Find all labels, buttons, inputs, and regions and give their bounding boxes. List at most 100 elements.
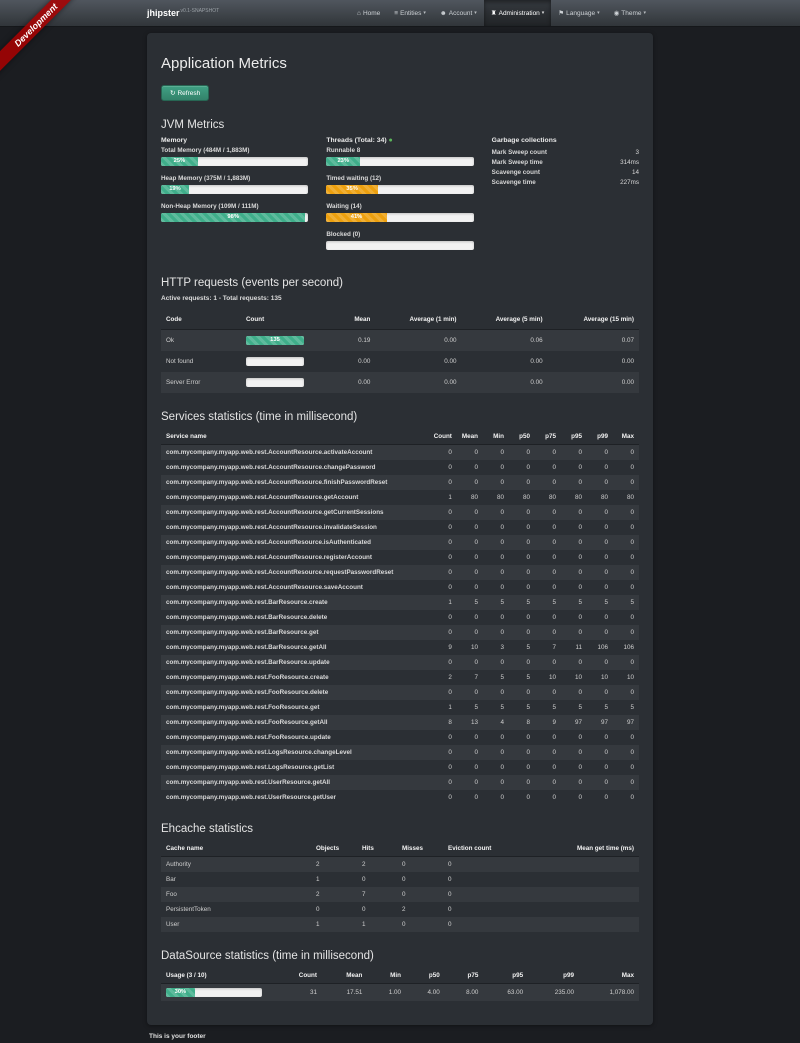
thread-dump-icon[interactable]: ● — [389, 137, 393, 144]
service-value: 5 — [483, 700, 509, 715]
nav-item-home[interactable]: ⌂Home — [350, 0, 387, 26]
caret-down-icon: ▾ — [597, 10, 600, 16]
service-value: 0 — [457, 565, 483, 580]
jvm-memory-column: Memory Total Memory (484M / 1,883M)25%He… — [161, 137, 308, 259]
column-header: Average (5 min) — [462, 310, 548, 330]
cache-name: Foo — [161, 887, 311, 902]
service-value: 0 — [535, 610, 561, 625]
nav-item-entities[interactable]: ≡Entities▾ — [387, 0, 433, 26]
admin-tower-icon: ♜ — [491, 9, 497, 17]
service-value: 5 — [509, 670, 535, 685]
service-name: com.mycompany.myapp.web.rest.BarResource… — [161, 625, 429, 640]
services-table: Service nameCountMeanMinp50p75p95p99Max … — [161, 429, 639, 805]
nav-item-label: Home — [363, 10, 380, 17]
progress-fill: 25% — [161, 157, 198, 166]
service-value: 10 — [457, 640, 483, 655]
datasource-value: 1,078.00 — [579, 984, 639, 1002]
column-header: Eviction count — [443, 841, 563, 857]
service-name: com.mycompany.myapp.web.rest.AccountReso… — [161, 445, 429, 461]
gc-label: Mark Sweep time — [492, 159, 543, 166]
service-value: 0 — [535, 730, 561, 745]
nav-item-theme[interactable]: ◉Theme▾ — [607, 0, 653, 26]
cache-name: PersistentToken — [161, 902, 311, 917]
column-header: Count — [273, 968, 322, 984]
service-value: 80 — [613, 490, 639, 505]
progress-track: 135 — [246, 336, 304, 345]
gc-value: 14 — [632, 169, 639, 176]
cache-value: 0 — [443, 917, 563, 932]
service-value: 0 — [587, 610, 613, 625]
service-value: 0 — [429, 550, 457, 565]
progress-track: 35% — [326, 185, 473, 194]
cache-row: User1100 — [161, 917, 639, 932]
service-value: 0 — [587, 565, 613, 580]
brand-version: v0.1-SNAPSHOT — [181, 8, 220, 14]
service-name: com.mycompany.myapp.web.rest.AccountReso… — [161, 475, 429, 490]
column-header: Max — [613, 429, 639, 445]
service-value: 0 — [535, 790, 561, 805]
service-value: 0 — [535, 535, 561, 550]
service-value: 5 — [613, 700, 639, 715]
nav-item-account[interactable]: ☻Account▾ — [433, 0, 484, 26]
http-value: 0.00 — [336, 372, 375, 393]
service-value: 0 — [561, 760, 587, 775]
column-header: Hits — [357, 841, 397, 857]
service-value: 0 — [561, 520, 587, 535]
service-value: 5 — [457, 700, 483, 715]
service-value: 5 — [535, 700, 561, 715]
user-icon: ☻ — [440, 10, 447, 17]
refresh-button[interactable]: ↻Refresh — [161, 85, 209, 101]
service-value: 0 — [587, 445, 613, 461]
http-row: Ok1350.190.000.060.07 — [161, 330, 639, 352]
column-header: Mean — [457, 429, 483, 445]
service-value: 0 — [561, 610, 587, 625]
service-name: com.mycompany.myapp.web.rest.FooResource… — [161, 700, 429, 715]
service-value: 0 — [509, 475, 535, 490]
nav-item-administration[interactable]: ♜Administration▾ — [484, 0, 552, 26]
service-value: 0 — [561, 685, 587, 700]
service-value: 0 — [509, 550, 535, 565]
datasource-value: 4.00 — [406, 984, 445, 1002]
service-value: 0 — [483, 475, 509, 490]
service-value: 0 — [613, 535, 639, 550]
theme-eye-icon: ◉ — [614, 9, 620, 17]
column-header: Average (1 min) — [375, 310, 461, 330]
service-value: 0 — [429, 685, 457, 700]
service-row: com.mycompany.myapp.web.rest.LogsResourc… — [161, 745, 639, 760]
service-value: 5 — [587, 700, 613, 715]
service-value: 0 — [587, 745, 613, 760]
service-value: 10 — [561, 670, 587, 685]
datasource-value: 63.00 — [483, 984, 528, 1002]
nav-item-language[interactable]: ⚑Language▾ — [551, 0, 606, 26]
service-value: 3 — [483, 640, 509, 655]
gc-row: Mark Sweep time 314ms — [492, 157, 639, 167]
service-value: 80 — [509, 490, 535, 505]
service-value: 0 — [613, 730, 639, 745]
http-value: 0.19 — [336, 330, 375, 352]
service-value: 0 — [613, 565, 639, 580]
service-value: 0 — [509, 790, 535, 805]
service-value: 5 — [509, 700, 535, 715]
service-value: 0 — [509, 580, 535, 595]
service-value: 0 — [483, 565, 509, 580]
service-value: 0 — [457, 760, 483, 775]
column-header: Average (15 min) — [548, 310, 639, 330]
service-value: 8 — [509, 715, 535, 730]
service-value: 0 — [483, 730, 509, 745]
http-value: 0.00 — [548, 351, 639, 372]
service-row: com.mycompany.myapp.web.rest.BarResource… — [161, 625, 639, 640]
cache-row: Bar1000 — [161, 872, 639, 887]
service-value: 0 — [509, 520, 535, 535]
service-value: 0 — [483, 505, 509, 520]
gc-label: Mark Sweep count — [492, 149, 547, 156]
service-value: 0 — [535, 580, 561, 595]
brand-link[interactable]: jhipsterv0.1-SNAPSHOT — [147, 8, 219, 18]
service-value: 0 — [561, 775, 587, 790]
gc-value: 314ms — [620, 159, 639, 166]
service-value: 0 — [613, 610, 639, 625]
cache-value: 2 — [357, 857, 397, 873]
column-header: Count — [429, 429, 457, 445]
service-row: com.mycompany.myapp.web.rest.AccountReso… — [161, 460, 639, 475]
cache-value: 2 — [311, 887, 357, 902]
service-value: 0 — [457, 505, 483, 520]
